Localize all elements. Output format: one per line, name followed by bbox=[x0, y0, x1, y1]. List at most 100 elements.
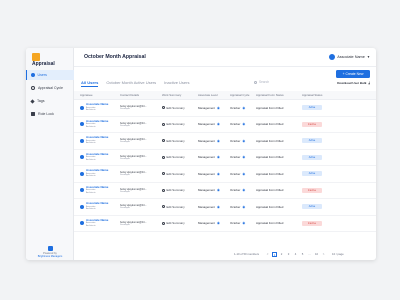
appraisal-cycle-cell: October ◉ bbox=[230, 155, 256, 159]
eye-icon[interactable]: ◉ bbox=[242, 221, 245, 225]
status-badge[interactable]: Inactive bbox=[302, 187, 322, 193]
eye-icon[interactable]: ◉ bbox=[217, 106, 220, 110]
page-button[interactable]: ... bbox=[307, 252, 312, 257]
eye-icon[interactable]: ◉ bbox=[242, 155, 245, 159]
table-row[interactable]: Associate Name Associate Architects betsy.v… bbox=[74, 117, 376, 133]
edit-summary-button[interactable]: Edit Summary bbox=[162, 221, 198, 225]
edit-summary-button[interactable]: Edit Summary bbox=[162, 122, 198, 126]
sidebar-item-users[interactable]: Users bbox=[26, 70, 74, 80]
table-row[interactable]: Associate Name Associate Architects betsy.v… bbox=[74, 133, 376, 150]
column-header[interactable]: Contact Details bbox=[120, 93, 162, 97]
associate-level-cell: Management ◉ bbox=[198, 172, 230, 176]
pagination: 1-10 of 50 members <1 2 3 4 5... 10 > 10 / pag… bbox=[74, 250, 376, 258]
column-header[interactable]: Associate Level bbox=[198, 93, 230, 97]
column-header[interactable]: Work Summary bbox=[162, 93, 198, 97]
edit-icon bbox=[162, 122, 165, 126]
page-button[interactable]: 4 bbox=[293, 252, 298, 257]
edit-summary-label: Edit Summary bbox=[166, 204, 185, 209]
eye-icon[interactable]: ◉ bbox=[242, 205, 245, 209]
tab-inactive-users[interactable]: Inactive Users bbox=[164, 80, 189, 87]
column-header[interactable]: Appraisal Status bbox=[302, 93, 346, 97]
appraisee-info: Associate Name Associate Architects bbox=[86, 201, 108, 211]
edit-summary-label: Edit Summary bbox=[166, 171, 185, 176]
table-row[interactable]: Associate Name Associate Architects betsy.v… bbox=[74, 100, 376, 117]
status-badge[interactable]: Active bbox=[302, 204, 322, 210]
edit-icon bbox=[162, 172, 165, 176]
status-badge[interactable]: Active bbox=[302, 138, 322, 144]
contact-cell: betsy.vijaykumar@brt... Developer bbox=[120, 122, 162, 127]
controls-bar: + Create New All Users October Month Act… bbox=[74, 67, 376, 89]
appraisal-cycle: October bbox=[230, 188, 241, 193]
column-header[interactable]: Appraisal Form Status bbox=[256, 93, 302, 97]
eye-icon[interactable]: ◉ bbox=[242, 172, 245, 176]
avatar bbox=[80, 171, 84, 176]
contact-role: Developer bbox=[120, 108, 130, 111]
table-row[interactable]: Associate Name Associate Architects betsy.v… bbox=[74, 166, 376, 183]
form-status: Appraisal Form Filled bbox=[256, 204, 284, 209]
eye-icon[interactable]: ◉ bbox=[242, 106, 245, 110]
associate-level-cell: Management ◉ bbox=[198, 188, 230, 192]
edit-summary-label: Edit Summary bbox=[166, 155, 185, 160]
appraisal-status-cell: Inactive bbox=[302, 121, 346, 127]
contact-role: Developer bbox=[120, 190, 130, 193]
page-button[interactable]: > bbox=[321, 252, 326, 257]
column-header[interactable]: Appraisal Cycle bbox=[230, 93, 256, 97]
edit-summary-button[interactable]: Edit Summary bbox=[162, 139, 198, 143]
eye-icon[interactable]: ◉ bbox=[217, 155, 220, 159]
eye-icon[interactable]: ◉ bbox=[217, 122, 220, 126]
per-page-select[interactable]: 10 / page bbox=[332, 252, 344, 256]
eye-icon[interactable]: ◉ bbox=[242, 188, 245, 192]
edit-summary-button[interactable]: Edit Summary bbox=[162, 172, 198, 176]
table-row[interactable]: Associate Name Associate Architects betsy.v… bbox=[74, 150, 376, 166]
download-user-bulk-link[interactable]: Download User Bulk ⤓ bbox=[337, 81, 370, 85]
status-badge[interactable]: Inactive bbox=[302, 121, 322, 127]
table-row[interactable]: Associate Name Associate Architects betsy.v… bbox=[74, 199, 376, 216]
status-badge[interactable]: Active bbox=[302, 105, 322, 111]
company-name: Brightness Managers bbox=[37, 255, 63, 258]
appraisal-cycle: October bbox=[230, 138, 241, 143]
status-badge[interactable]: Active bbox=[302, 171, 322, 177]
eye-icon[interactable]: ◉ bbox=[217, 139, 220, 143]
sidebar-item-role-lock[interactable]: Role Lock bbox=[26, 109, 74, 119]
eye-icon[interactable]: ◉ bbox=[217, 172, 220, 176]
sidebar-item-tags[interactable]: Tags bbox=[26, 96, 74, 106]
status-badge[interactable]: Active bbox=[302, 154, 322, 160]
edit-summary-button[interactable]: Edit Summary bbox=[162, 106, 198, 110]
associate-level-cell: Management ◉ bbox=[198, 155, 230, 159]
form-status-cell: Appraisal Form Filled bbox=[256, 205, 302, 209]
eye-icon[interactable]: ◉ bbox=[217, 221, 220, 225]
page-button[interactable]: 3 bbox=[286, 252, 291, 257]
edit-summary-label: Edit Summary bbox=[166, 105, 185, 110]
page-button[interactable]: 2 bbox=[279, 252, 284, 257]
edit-summary-button[interactable]: Edit Summary bbox=[162, 155, 198, 159]
edit-summary-button[interactable]: Edit Summary bbox=[162, 188, 198, 192]
page-button[interactable]: 10 bbox=[314, 252, 319, 257]
eye-icon[interactable]: ◉ bbox=[217, 205, 220, 209]
app-logo: Appraisal bbox=[32, 53, 68, 69]
column-header[interactable]: Appraisee bbox=[74, 93, 120, 97]
tab-october-active-users[interactable]: October Month Active Users bbox=[106, 80, 156, 87]
user-menu[interactable]: Associate Name ▼ bbox=[329, 54, 370, 60]
eye-icon[interactable]: ◉ bbox=[242, 139, 245, 143]
page-button[interactable]: 5 bbox=[300, 252, 305, 257]
form-status-cell: Appraisal Form Filled bbox=[256, 106, 302, 110]
contact-role: Developer bbox=[120, 141, 130, 144]
create-new-button[interactable]: + Create New bbox=[336, 70, 370, 78]
table-row[interactable]: Associate Name Associate Architects betsy.v… bbox=[74, 183, 376, 199]
associate-team: Architects bbox=[86, 175, 96, 178]
search-input[interactable]: Search bbox=[254, 79, 304, 85]
page-button[interactable]: 1 bbox=[272, 251, 278, 257]
table-header: Appraisee Contact Details Work Summary A… bbox=[74, 91, 376, 100]
edit-summary-button[interactable]: Edit Summary bbox=[162, 205, 198, 209]
appraisee-cell: Associate Name Associate Architects bbox=[74, 102, 120, 112]
sidebar-item-appraisal-cycle[interactable]: Appraisal Cycle bbox=[26, 83, 74, 93]
form-status: Appraisal Form Filled bbox=[256, 155, 284, 160]
eye-icon[interactable]: ◉ bbox=[242, 122, 245, 126]
table-row[interactable]: Associate Name Associate Architects betsy.v… bbox=[74, 216, 376, 232]
lock-icon bbox=[31, 112, 35, 116]
appraisal-cycle-cell: October ◉ bbox=[230, 205, 256, 209]
tab-all-users[interactable]: All Users bbox=[81, 80, 99, 87]
eye-icon[interactable]: ◉ bbox=[217, 188, 220, 192]
page-button[interactable]: < bbox=[265, 252, 270, 257]
status-badge[interactable]: Inactive bbox=[302, 220, 322, 226]
